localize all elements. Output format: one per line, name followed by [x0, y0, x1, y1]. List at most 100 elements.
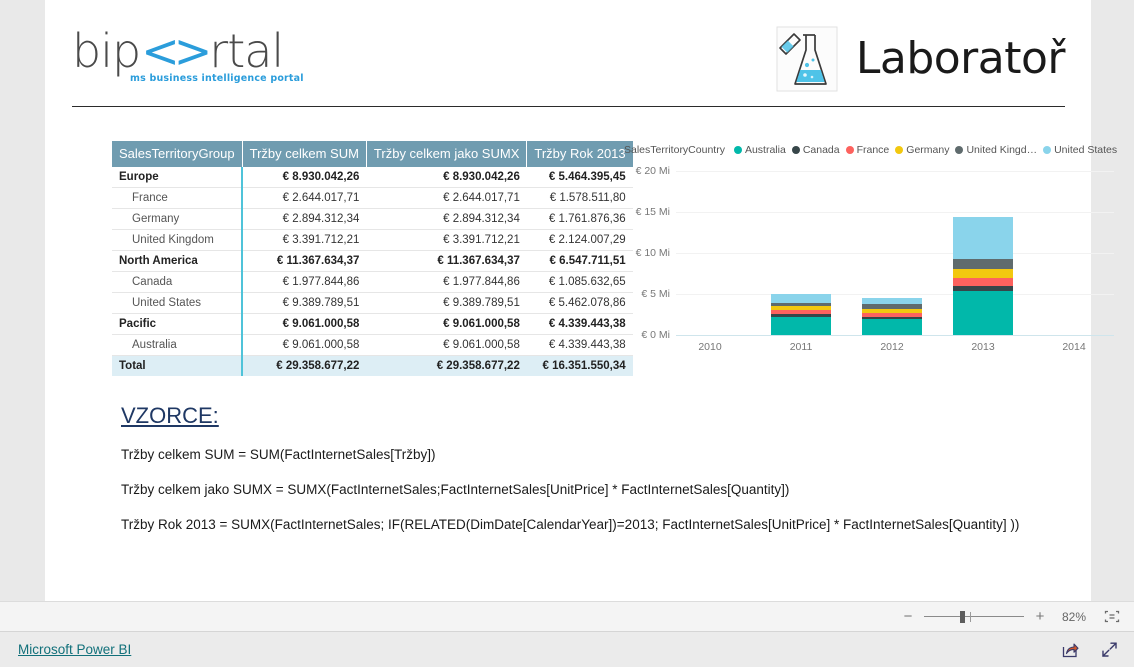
- legend-label: France: [856, 144, 890, 156]
- chart-bar[interactable]: [862, 297, 922, 335]
- chart-bar-segment[interactable]: [771, 294, 831, 304]
- chart-gridline: [676, 212, 1114, 213]
- power-bi-report-viewer: bip<>rtal ms business intelligence porta…: [0, 0, 1134, 667]
- matrix-row[interactable]: Australia € 9.061.000,58 € 9.061.000,58 € 4…: [112, 334, 633, 356]
- chart-x-axis-label: 2013: [971, 341, 995, 353]
- chart-legend[interactable]: SalesTerritoryCountry Australia Canada Fra…: [618, 141, 1118, 159]
- report-footer: Microsoft Power BI: [0, 631, 1134, 667]
- matrix-cell-value: € 9.389.789,51: [242, 292, 367, 314]
- legend-item[interactable]: United Kingd…: [955, 144, 1037, 156]
- zoom-toolbar: − + 82%: [0, 601, 1134, 631]
- legend-item[interactable]: Germany: [895, 144, 949, 156]
- legend-item[interactable]: Australia: [733, 144, 786, 156]
- matrix-cell-value: € 2.894.312,34: [366, 208, 527, 230]
- chart-bar[interactable]: [771, 294, 831, 335]
- matrix-cell-label: Australia: [112, 334, 244, 356]
- matrix-cell-value: € 1.578.511,80: [526, 187, 633, 209]
- zoom-slider-tick: [970, 611, 971, 622]
- matrix-row[interactable]: France € 2.644.017,71 € 2.644.017,71 € 1.57…: [112, 187, 633, 209]
- chart-bar-segment[interactable]: [771, 317, 831, 335]
- matrix-cell-value: € 3.391.712,21: [242, 229, 367, 251]
- matrix-cell-value: € 1.085.632,65: [526, 271, 633, 293]
- legend-item[interactable]: Canada: [791, 144, 840, 156]
- matrix-cell-label: Germany: [112, 208, 244, 230]
- matrix-cell-value: € 9.061.000,58: [366, 334, 527, 356]
- matrix-cell-value: € 29.358.677,22: [366, 355, 527, 376]
- biportal-tagline: ms business intelligence portal: [130, 73, 304, 84]
- legend-label: United States: [1054, 144, 1118, 156]
- matrix-visual[interactable]: SalesTerritoryGroup Tržby celkem SUM Trž…: [112, 141, 633, 376]
- matrix-cell-value: € 8.930.042,26: [366, 167, 527, 188]
- legend-swatch-icon: [845, 146, 854, 154]
- zoom-slider[interactable]: [924, 610, 1024, 624]
- zoom-out-button[interactable]: −: [902, 609, 914, 624]
- formulas-heading: VZORCE:: [121, 403, 219, 428]
- zoom-slider-track: [924, 615, 1024, 617]
- zoom-in-button[interactable]: +: [1034, 609, 1046, 624]
- chart-y-axis-label: € 20 Mi: [635, 165, 670, 177]
- biportal-logo-text-a: bip: [72, 24, 141, 78]
- fit-to-page-icon[interactable]: [1104, 610, 1120, 623]
- stacked-column-chart[interactable]: SalesTerritoryCountry Australia Canada Fra…: [618, 141, 1118, 376]
- formula-year-2013: Tržby Rok 2013 = SUMX(FactInternetSales;…: [121, 517, 1020, 532]
- matrix-cell-value: € 5.462.078,86: [526, 292, 633, 314]
- chart-bar-segment[interactable]: [862, 297, 922, 305]
- matrix-cell-value: € 9.061.000,58: [242, 334, 367, 356]
- matrix-row[interactable]: Europe € 8.930.042,26 € 8.930.042,26 € 5.46…: [112, 167, 633, 188]
- matrix-row[interactable]: Total € 29.358.677,22 € 29.358.677,22 € 16.…: [112, 355, 633, 376]
- matrix-cell-label: North America: [112, 250, 244, 272]
- matrix-row[interactable]: United Kingdom € 3.391.712,21 € 3.391.712,…: [112, 229, 633, 251]
- matrix-cell-value: € 2.644.017,71: [242, 187, 367, 209]
- matrix-col-header-2013[interactable]: Tržby Rok 2013: [526, 141, 633, 167]
- flask-icon: [776, 26, 838, 92]
- matrix-cell-value: € 1.977.844,86: [366, 271, 527, 293]
- legend-item[interactable]: United States: [1043, 144, 1117, 156]
- share-icon[interactable]: [1062, 641, 1079, 658]
- matrix-cell-value: € 3.391.712,21: [366, 229, 527, 251]
- chart-bar-segment[interactable]: [953, 216, 1013, 259]
- matrix-cell-label: France: [112, 187, 244, 209]
- chart-x-axis-line: [676, 335, 1114, 336]
- chart-x-axis-label: 2010: [698, 341, 722, 353]
- matrix-cell-label: United Kingdom: [112, 229, 244, 251]
- legend-label: Australia: [744, 144, 786, 156]
- matrix-row[interactable]: Pacific € 9.061.000,58 € 9.061.000,58 € 4.3…: [112, 313, 633, 335]
- matrix-cell-label: Canada: [112, 271, 244, 293]
- matrix-row[interactable]: United States € 9.389.789,51 € 9.389.789,5…: [112, 292, 633, 314]
- laboratory-branding: Laboratoř: [776, 22, 1066, 96]
- matrix-cell-value: € 11.367.634,37: [366, 250, 527, 272]
- matrix-col-header-sum[interactable]: Tržby celkem SUM: [242, 141, 367, 167]
- laboratory-title: Laboratoř: [855, 33, 1066, 84]
- chart-bar-segment[interactable]: [953, 278, 1013, 286]
- matrix-row[interactable]: Germany € 2.894.312,34 € 2.894.312,34 € 1.7…: [112, 208, 633, 230]
- chart-bar-segment[interactable]: [953, 258, 1013, 270]
- chart-bar-segment[interactable]: [862, 319, 922, 335]
- chart-x-axis-label: 2014: [1062, 341, 1086, 353]
- matrix-col-header-sumx[interactable]: Tržby celkem jako SUMX: [366, 141, 528, 167]
- matrix-row[interactable]: Canada € 1.977.844,86 € 1.977.844,86 € 1.08…: [112, 271, 633, 293]
- biportal-logo: bip<>rtal ms business intelligence porta…: [72, 26, 332, 100]
- chart-y-axis-label: € 5 Mi: [641, 288, 670, 300]
- legend-swatch-icon: [791, 146, 800, 154]
- chart-y-axis-label: € 10 Mi: [635, 247, 670, 259]
- matrix-cell-value: € 11.367.634,37: [242, 250, 367, 272]
- chart-y-axis-label: € 0 Mi: [641, 329, 670, 341]
- matrix-cell-value: € 8.930.042,26: [242, 167, 367, 188]
- chart-bar-segment[interactable]: [953, 291, 1013, 335]
- fullscreen-icon[interactable]: [1101, 641, 1118, 658]
- matrix-cell-label: Total: [112, 355, 244, 376]
- matrix-row[interactable]: North America € 11.367.634,37 € 11.367.634…: [112, 250, 633, 272]
- chart-bar-segment[interactable]: [953, 269, 1013, 279]
- matrix-cell-value: € 6.547.711,51: [526, 250, 633, 272]
- report-header: bip<>rtal ms business intelligence porta…: [72, 14, 1066, 107]
- chart-plot-area: € 0 Mi € 5 Mi € 10 Mi € 15 Mi € 20 Mi 2010 201…: [618, 163, 1118, 363]
- chart-bar[interactable]: [953, 216, 1013, 335]
- legend-label: Canada: [802, 144, 840, 156]
- matrix-cell-label: Europe: [112, 167, 244, 188]
- matrix-cell-value: € 5.464.395,45: [526, 167, 633, 188]
- matrix-cell-value: € 9.061.000,58: [366, 313, 527, 335]
- legend-item[interactable]: France: [845, 144, 890, 156]
- matrix-col-header-territory[interactable]: SalesTerritoryGroup: [112, 141, 243, 167]
- zoom-slider-thumb[interactable]: [960, 610, 965, 623]
- microsoft-power-bi-link[interactable]: Microsoft Power BI: [18, 642, 131, 657]
